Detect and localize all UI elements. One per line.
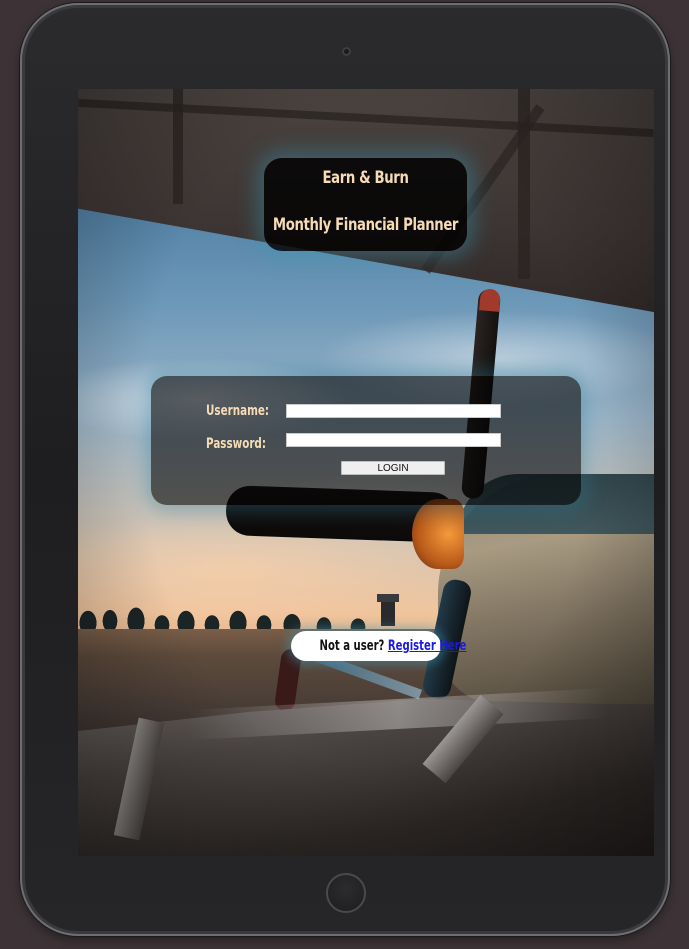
password-input[interactable] xyxy=(286,433,501,447)
password-label: Password: xyxy=(206,436,266,452)
login-button[interactable]: LOGIN xyxy=(341,461,445,475)
register-prompt-text: Not a user? Register Here xyxy=(320,631,467,661)
app-title: Earn & Burn xyxy=(322,168,409,188)
app-title-panel: Earn & Burn Monthly Financial Planner xyxy=(264,158,467,251)
username-input[interactable] xyxy=(286,404,501,418)
camera-icon xyxy=(342,47,351,56)
app-subtitle: Monthly Financial Planner xyxy=(272,215,459,235)
register-prompt: Not a user? Register Here xyxy=(291,631,466,661)
screen: Earn & Burn Monthly Financial Planner Us… xyxy=(78,89,654,856)
register-link[interactable]: Register Here xyxy=(388,638,466,654)
login-form: Username: Password: LOGIN xyxy=(151,376,581,505)
home-button[interactable] xyxy=(326,873,366,913)
username-label: Username: xyxy=(206,403,270,419)
tablet-frame: Earn & Burn Monthly Financial Planner Us… xyxy=(20,3,670,936)
not-a-user-text: Not a user? xyxy=(319,638,388,654)
